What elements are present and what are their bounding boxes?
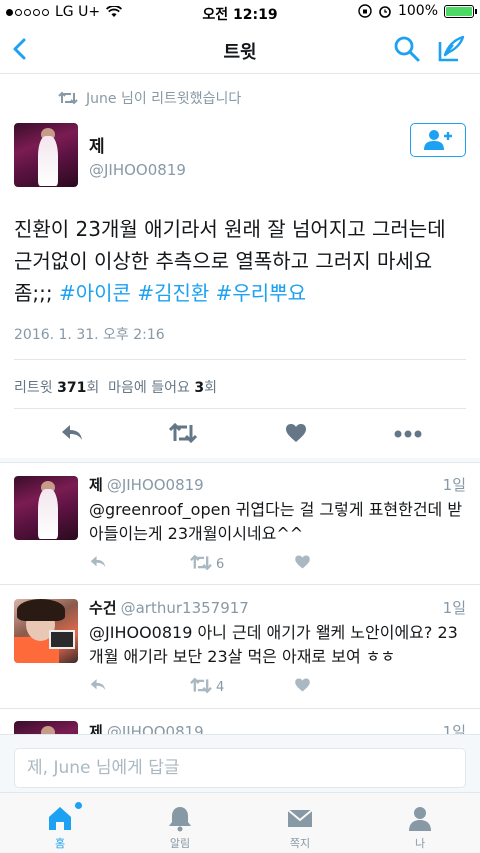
retweets-label[interactable]: 리트윗: [14, 380, 53, 396]
reply-header: 수건 @arthur1357917: [89, 597, 249, 618]
likes-count: 3: [194, 380, 205, 396]
reply-icon[interactable]: [89, 554, 107, 570]
reply-author-handle: @arthur1357917: [120, 599, 249, 617]
retweet-icon[interactable]: [190, 554, 212, 571]
battery-icon: [444, 4, 477, 18]
reply-actions: 6: [89, 554, 329, 576]
follow-button[interactable]: [410, 123, 466, 157]
person-icon: [409, 807, 431, 831]
retweet-icon[interactable]: [190, 677, 212, 694]
retweet-context: June 님이 리트윗했습니다: [58, 88, 241, 108]
author-name: 제: [89, 137, 105, 157]
status-right: 100%: [358, 3, 477, 19]
tab-home[interactable]: 홈: [0, 793, 120, 853]
tweet-stats: 리트윗 371회 마음에 들어요 3회: [14, 377, 217, 397]
reply-header: 제 @JIHOO0819: [89, 474, 204, 495]
reply-input[interactable]: 제, June 님에게 답글: [14, 748, 466, 788]
retweet-icon[interactable]: [169, 422, 197, 444]
envelope-icon: [287, 809, 313, 827]
tab-label: 홈: [54, 837, 66, 850]
reply-compose-bar: 제, June 님에게 답글: [0, 734, 480, 792]
reply-author-name: 제: [89, 476, 103, 494]
reply-icon[interactable]: [89, 677, 107, 693]
heart-icon[interactable]: [285, 422, 307, 444]
avatar[interactable]: [14, 599, 78, 663]
add-user-icon: [424, 130, 452, 150]
tweet-author[interactable]: 제 @JIHOO0819: [89, 132, 186, 179]
likes-suffix: 회: [204, 380, 217, 396]
retweets-count: 371: [57, 380, 87, 396]
tweet-timestamp: 2016. 1. 31. 오후 2:16: [14, 327, 165, 343]
more-icon[interactable]: [394, 430, 422, 438]
orientation-lock-icon: [358, 4, 372, 18]
reply-tweet[interactable]: 수건 @arthur1357917 1일 @JIHOO0819 아니 근데 애기가…: [0, 585, 480, 707]
tab-me[interactable]: 나: [360, 793, 480, 853]
retweet-count: 6: [216, 557, 225, 572]
nav-bar: 트윗: [0, 26, 480, 74]
tab-messages[interactable]: 쪽지: [240, 793, 360, 853]
search-icon[interactable]: [393, 35, 421, 63]
retweets-suffix: 회: [86, 380, 100, 396]
likes-label[interactable]: 마음에 들어요: [108, 380, 190, 396]
reply-author-handle: @JIHOO0819: [106, 476, 204, 494]
reply-icon[interactable]: [60, 422, 84, 444]
tweet-text: 진환이 23개월 애기라서 원래 잘 넘어지고 그러는데 근거없이 이상한 추측…: [14, 213, 470, 309]
reply-author-name: 제: [89, 723, 103, 734]
avatar[interactable]: [14, 476, 78, 540]
hashtag-link[interactable]: #아이콘: [59, 281, 131, 305]
reply-time: 1일: [442, 723, 466, 734]
reply-author-handle: @JIHOO0819: [106, 723, 204, 734]
reply-text: @greenroof_open 귀엽다는 걸 그렇게 표현한건데 받아들이는게 …: [89, 500, 463, 543]
home-icon: [49, 807, 71, 830]
reply-time: 1일: [442, 476, 466, 494]
tab-notifications[interactable]: 알림: [120, 793, 240, 853]
tab-label: 쪽지: [289, 837, 311, 850]
heart-icon[interactable]: [294, 554, 311, 570]
tab-bar: 홈 알림 쪽지 나: [0, 792, 480, 853]
battery-percent: 100%: [397, 3, 438, 19]
reply-text: @JIHOO0819 아니 근데 애기가 왤케 노안이에요? 23개월 애기라 …: [89, 623, 458, 666]
retweet-count: 4: [216, 680, 225, 695]
divider: [14, 359, 466, 360]
hashtag-link[interactable]: #우리뿌요: [216, 281, 306, 305]
retweet-icon: [58, 91, 78, 105]
reply-actions: 4: [89, 677, 329, 699]
author-handle: @JIHOO0819: [89, 161, 186, 179]
compose-icon[interactable]: [436, 34, 466, 64]
avatar[interactable]: [14, 721, 78, 734]
reply-author-name: 수건: [89, 599, 117, 617]
avatar[interactable]: [14, 123, 78, 187]
divider: [14, 408, 466, 409]
new-content-dot: [75, 802, 82, 809]
reply-header: 제 @JIHOO0819: [89, 721, 204, 734]
reply-tweet[interactable]: 제 @JIHOO0819 1일: [0, 709, 480, 734]
hashtag-link[interactable]: #김진환: [137, 281, 209, 305]
alarm-icon: [379, 6, 391, 18]
tweet-actions: [0, 420, 480, 450]
status-bar: LG U+ 오전 12:19 100%: [0, 0, 480, 26]
heart-icon[interactable]: [294, 677, 311, 693]
reply-time: 1일: [442, 599, 466, 617]
retweet-context-label: June 님이 리트윗했습니다: [86, 91, 242, 107]
reply-tweet[interactable]: 제 @JIHOO0819 1일 @greenroof_open 귀엽다는 걸 그렇…: [0, 462, 480, 582]
bell-icon: [169, 807, 191, 832]
tab-label: 나: [414, 837, 426, 850]
tab-label: 알림: [169, 837, 191, 850]
